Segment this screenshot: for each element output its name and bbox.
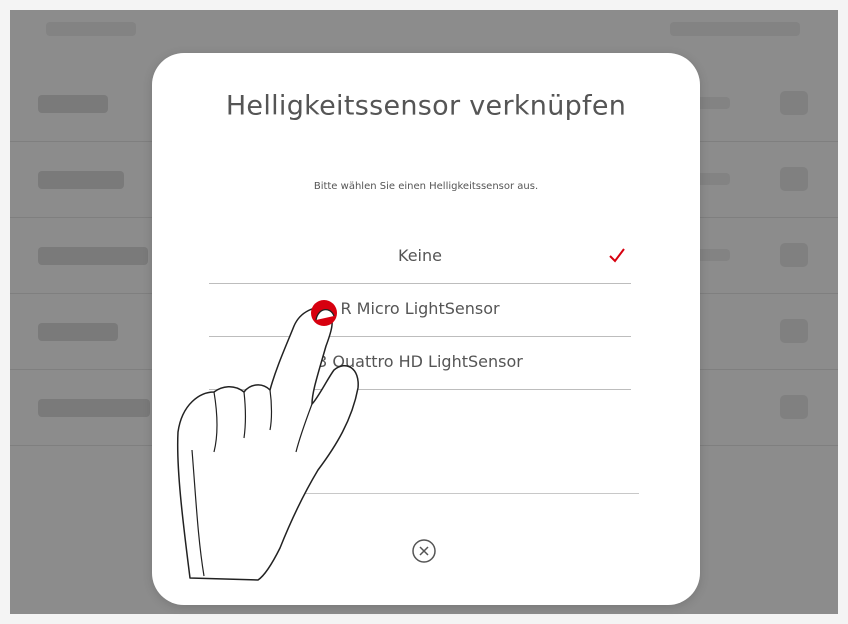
option-label: R Micro LightSensor	[340, 299, 500, 318]
option-label: Keine	[398, 246, 442, 265]
background-row-icon	[780, 91, 808, 115]
background-row-icon	[780, 319, 808, 343]
background-row-icon	[780, 243, 808, 267]
background-row-icon	[780, 167, 808, 191]
background-header-right	[670, 22, 800, 36]
background-row-label	[38, 247, 148, 265]
close-circle-icon[interactable]	[410, 537, 438, 565]
dialog-subtitle: Bitte wählen Sie einen Helligkeitssensor…	[313, 181, 539, 192]
background-row-label	[38, 95, 108, 113]
background-row-label	[38, 399, 150, 417]
background-row-label	[38, 171, 124, 189]
sensor-link-dialog: Helligkeitssensor verknüpfen Bitte wähle…	[152, 53, 700, 605]
checkmark-icon	[609, 248, 625, 263]
background-header-left	[46, 22, 136, 36]
background-row-icon	[780, 395, 808, 419]
option-keine[interactable]: Keine	[209, 231, 631, 284]
option-quattro-hd-lightsensor[interactable]: 3 Quattro HD LightSensor	[209, 337, 631, 390]
option-label: 3 Quattro HD LightSensor	[317, 352, 523, 371]
option-micro-lightsensor[interactable]: R Micro LightSensor	[209, 284, 631, 337]
dialog-separator	[209, 493, 639, 494]
dialog-title: Helligkeitssensor verknüpfen	[225, 90, 627, 122]
background-row-label	[38, 323, 118, 341]
